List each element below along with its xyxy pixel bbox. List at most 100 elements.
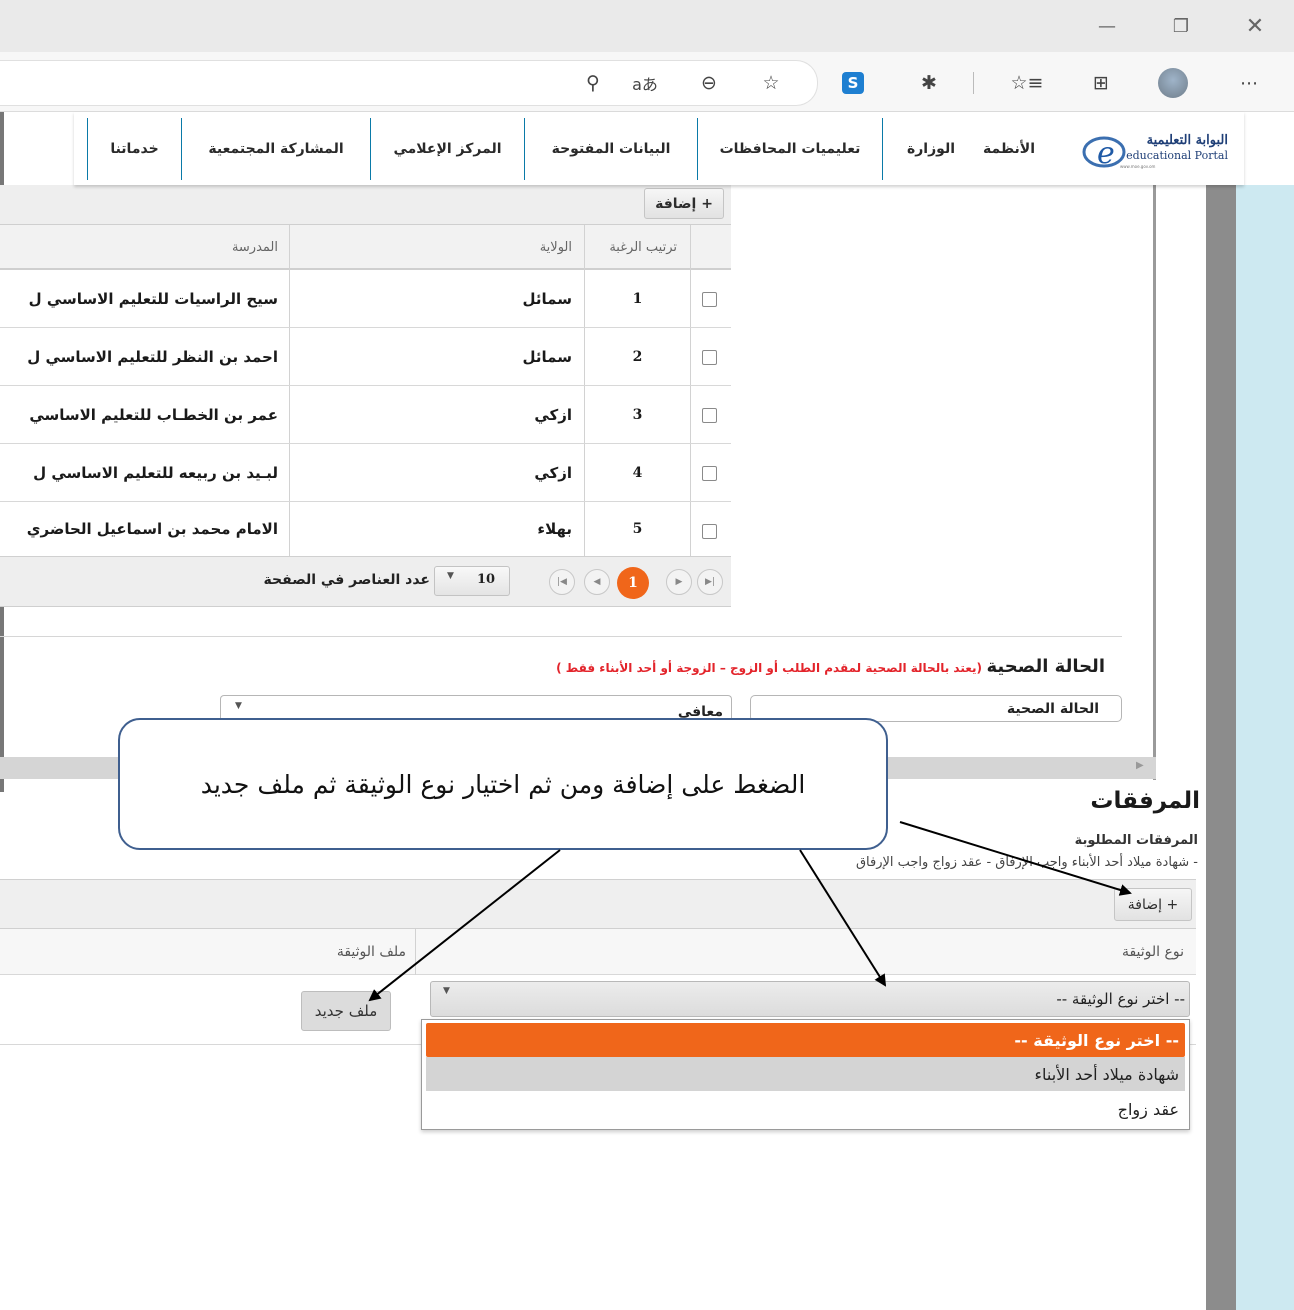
- instruction-callout: الضغط على إضافة ومن ثم اختيار نوع الوثيق…: [118, 718, 888, 850]
- column-divider: [289, 502, 290, 556]
- row-school: احمد بن النظر للتعليم الاساسي ل: [27, 347, 278, 366]
- nav-separator: [370, 118, 371, 180]
- site-navigation: الأنظمة الوزارة تعليميات المحافظات البيا…: [74, 112, 1244, 185]
- nav-separator: [87, 118, 88, 180]
- add-attachment-button[interactable]: + إضافة: [1114, 888, 1192, 921]
- doc-type-value: -- اختر نوع الوثيقة --: [1056, 990, 1185, 1008]
- attachments-toolbar: + إضافة: [0, 879, 1196, 929]
- nav-item-services[interactable]: خدماتنا: [88, 112, 181, 185]
- nav-item-governorates[interactable]: تعليميات المحافظات: [698, 112, 882, 185]
- add-favorite-icon[interactable]: ☆: [754, 66, 788, 100]
- column-header-school[interactable]: المدرسة: [0, 225, 284, 270]
- restore-icon[interactable]: ❐: [1152, 0, 1210, 52]
- column-divider: [584, 328, 585, 385]
- column-divider: [289, 225, 290, 270]
- educational-portal-logo[interactable]: e البوابة التعليمية educational Portal w…: [1080, 127, 1230, 177]
- more-options-icon[interactable]: ⋯: [1232, 66, 1266, 100]
- nav-item-ministry[interactable]: الوزارة: [896, 112, 966, 185]
- row-wilayat: سمائل: [522, 289, 572, 308]
- column-divider: [289, 386, 290, 443]
- column-header-order[interactable]: ترتيب الرغبة: [585, 225, 685, 270]
- section-divider: [0, 636, 1122, 637]
- health-title: الحالة الصحية: [986, 656, 1105, 677]
- row-school: لبـيد بن ربيعه للتعليم الاساسي ل: [33, 463, 278, 482]
- dropdown-option[interactable]: شهادة ميلاد أحد الأبناء: [426, 1057, 1185, 1091]
- row-wilayat: بهلاء: [537, 520, 572, 538]
- dropdown-option[interactable]: -- اختر نوع الوثيقة --: [426, 1023, 1185, 1057]
- extensions-puzzle-icon[interactable]: ✱: [912, 66, 946, 100]
- logo-arabic-text: البوابة التعليمية: [1146, 133, 1228, 148]
- nav-separator: [181, 118, 182, 180]
- zoom-out-icon[interactable]: ⊖: [692, 66, 726, 100]
- column-divider: [415, 929, 416, 975]
- required-attachments-label: المرفقات المطلوبة: [1074, 833, 1198, 848]
- table-row[interactable]: 5 بهلاء الامام محمد بن اسماعيل الحاضري: [0, 502, 731, 556]
- row-wilayat: ازكي: [534, 405, 572, 424]
- column-divider: [584, 270, 585, 327]
- column-divider: [690, 270, 691, 327]
- grid-pager: ▶| ▶ 1 ◀ |◀ 10 ▼ عدد العناصر في الصفحة: [0, 556, 731, 606]
- column-divider: [289, 444, 290, 501]
- add-school-button[interactable]: + إضافة: [644, 188, 724, 219]
- column-divider: [690, 444, 691, 501]
- column-divider: [289, 270, 290, 327]
- collections-icon[interactable]: ⊞: [1084, 66, 1118, 100]
- column-header-doc-type[interactable]: نوع الوثيقة: [420, 929, 1190, 974]
- key-icon[interactable]: ⚲: [576, 66, 610, 100]
- page-size-select[interactable]: 10 ▼: [434, 566, 510, 596]
- row-school: الامام محمد بن اسماعيل الحاضري: [26, 520, 278, 538]
- minimize-icon[interactable]: —: [1078, 0, 1136, 52]
- chevron-down-icon: ▼: [447, 571, 454, 581]
- nav-item-systems[interactable]: الأنظمة: [974, 112, 1044, 185]
- column-divider: [584, 225, 585, 270]
- column-header-doc-file[interactable]: ملف الوثيقة: [0, 929, 410, 974]
- row-wilayat: سمائل: [522, 347, 572, 366]
- table-row[interactable]: 2 سمائل احمد بن النظر للتعليم الاساسي ل: [0, 328, 731, 386]
- row-school: عمر بن الخطـاب للتعليم الاساسي: [29, 405, 278, 424]
- logo-url-text: www.moe.gov.om: [1120, 164, 1156, 169]
- next-page-icon[interactable]: ▶: [666, 569, 692, 595]
- row-checkbox[interactable]: [702, 350, 717, 365]
- column-divider: [690, 386, 691, 443]
- row-checkbox[interactable]: [702, 524, 717, 539]
- toolbar-divider: [973, 72, 974, 94]
- profile-avatar-icon[interactable]: [1156, 66, 1190, 100]
- page-size-value: 10: [477, 572, 496, 587]
- dropdown-option[interactable]: عقد زواج: [426, 1092, 1185, 1126]
- column-divider: [584, 444, 585, 501]
- nav-item-community[interactable]: المشاركة المجتمعية: [182, 112, 370, 185]
- row-order: 3: [632, 406, 643, 423]
- nav-item-media-center[interactable]: المركز الإعلامي: [371, 112, 524, 185]
- column-divider: [690, 225, 691, 270]
- last-page-icon[interactable]: ▶|: [697, 569, 723, 595]
- table-row[interactable]: 3 ازكي عمر بن الخطـاب للتعليم الاساسي: [0, 386, 731, 444]
- page-right-margin: [1206, 185, 1236, 1310]
- doc-type-dropdown: -- اختر نوع الوثيقة -- شهادة ميلاد أحد ا…: [421, 1019, 1190, 1130]
- nav-separator: [524, 118, 525, 180]
- first-page-icon[interactable]: |◀: [549, 569, 575, 595]
- scroll-right-icon[interactable]: ▶: [1136, 760, 1144, 771]
- nav-separator: [697, 118, 698, 180]
- page-right-background: [1236, 185, 1294, 1310]
- prev-page-icon[interactable]: ◀: [584, 569, 610, 595]
- grid-toolbar: + إضافة: [0, 185, 731, 225]
- doc-type-select[interactable]: -- اختر نوع الوثيقة -- ▼: [430, 981, 1190, 1017]
- row-checkbox[interactable]: [702, 466, 717, 481]
- current-page[interactable]: 1: [617, 567, 649, 599]
- favorites-icon[interactable]: ☆≡: [1010, 66, 1044, 100]
- row-checkbox[interactable]: [702, 292, 717, 307]
- read-aloud-icon[interactable]: aあ: [628, 66, 662, 100]
- new-file-button[interactable]: ملف جديد: [301, 991, 391, 1031]
- table-row[interactable]: 4 ازكي لبـيد بن ربيعه للتعليم الاساسي ل: [0, 444, 731, 502]
- table-row[interactable]: 1 سمائل سيح الراسيات للتعليم الاساسي ل: [0, 270, 731, 328]
- close-icon[interactable]: ✕: [1226, 0, 1284, 52]
- column-header-wilayat[interactable]: الولاية: [290, 225, 580, 270]
- page-size-label: عدد العناصر في الصفحة: [263, 572, 430, 588]
- nav-item-open-data[interactable]: البيانات المفتوحة: [525, 112, 697, 185]
- row-checkbox[interactable]: [702, 408, 717, 423]
- column-divider: [690, 502, 691, 556]
- column-divider: [289, 328, 290, 385]
- column-divider: [690, 328, 691, 385]
- extension-s-icon[interactable]: S: [836, 66, 870, 100]
- grid-header: ترتيب الرغبة الولاية المدرسة: [0, 225, 731, 270]
